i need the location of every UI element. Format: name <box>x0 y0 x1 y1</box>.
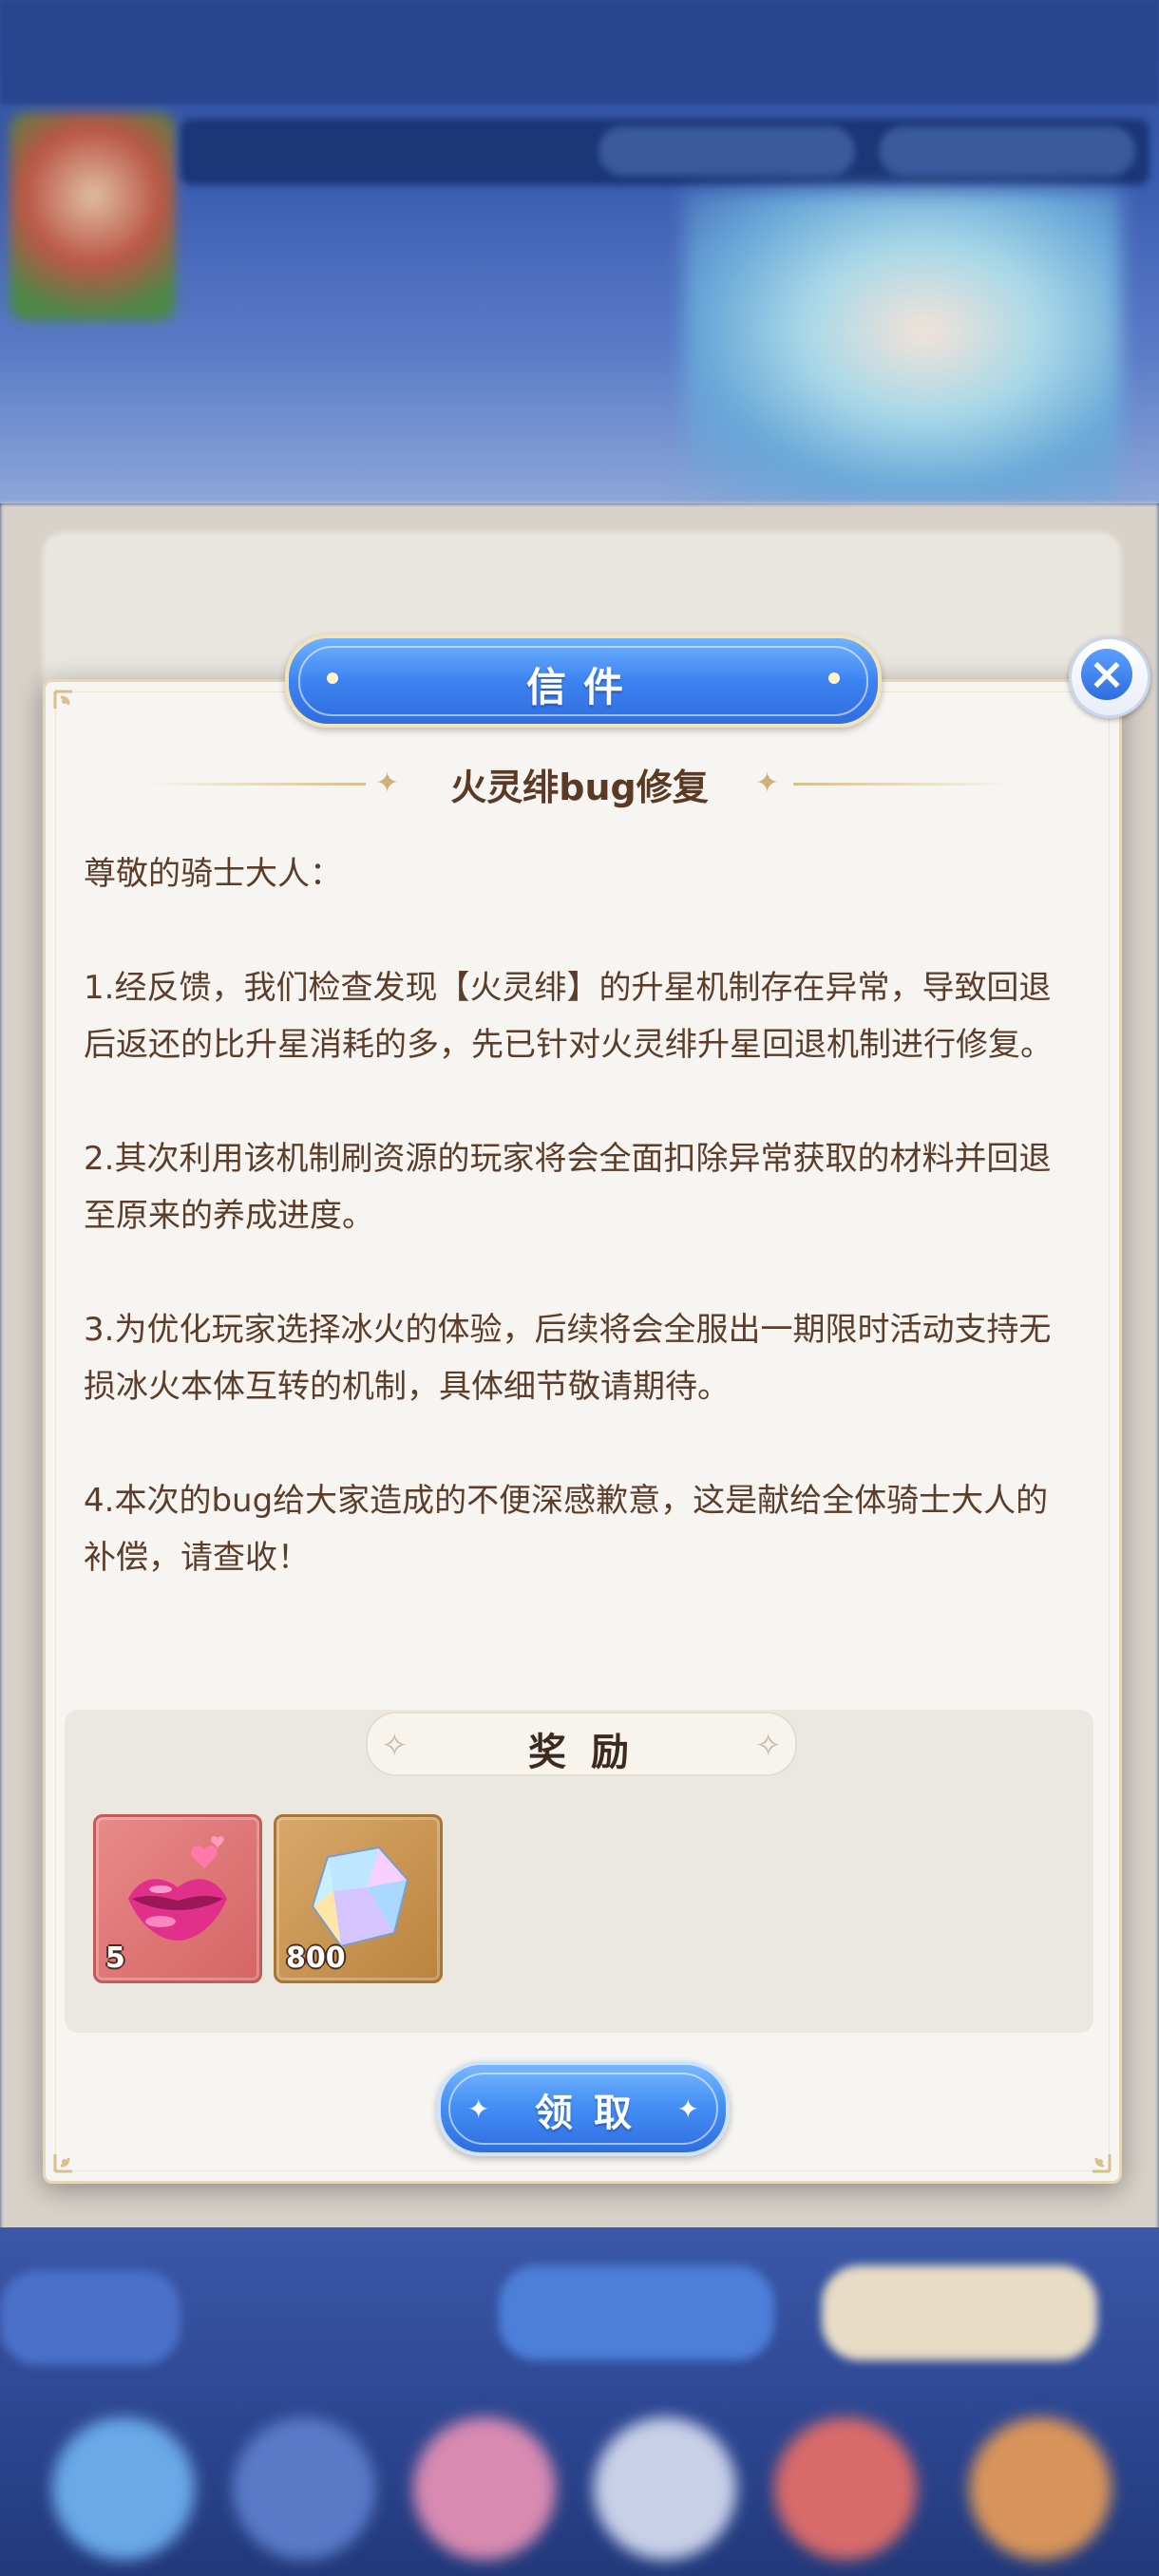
background-button <box>499 2265 774 2360</box>
letter-paragraph: 1.经反馈，我们检查发现【火灵绯】的升星机制存在异常，导致回退后返还的比升星消耗… <box>84 969 1053 1064</box>
background-back-button <box>0 2270 180 2365</box>
background-currency-pill <box>598 126 855 176</box>
dialog-title-banner: 信件 <box>285 635 882 728</box>
letter-subject-row: ✦ 火灵绯bug修复 ✦ <box>43 750 1116 817</box>
claim-button[interactable]: ✦ 领取 ✦ <box>437 2061 730 2156</box>
letter-body[interactable]: 尊敬的骑士大人： 1.经反馈，我们检查发现【火灵绯】的升星机制存在异常，导致回退… <box>84 845 1072 1681</box>
background-nav-icon <box>774 2417 917 2560</box>
letter-paragraph: 3.为优化玩家选择冰火的体验，后续将会全服出一期限时活动支持无损冰火本体互转的机… <box>84 1311 1052 1406</box>
sparkle-icon: ✧ <box>754 1727 783 1765</box>
close-icon: × <box>1081 649 1132 700</box>
background-nav-icon <box>413 2417 556 2560</box>
background-nav-icon <box>969 2417 1112 2560</box>
background-topbar <box>0 0 1159 104</box>
reward-item-crystal[interactable]: 800 <box>274 1814 443 1983</box>
corner-ornament-icon <box>1070 2131 1113 2175</box>
letter-paragraph: 4.本次的bug给大家造成的不便深感歉意，这是献给全体骑士大人的补偿，请查收！ <box>84 1482 1049 1577</box>
reward-header: ✧ 奖励 ✧ <box>366 1712 797 1776</box>
background-nav-icon <box>52 2417 195 2560</box>
background-nav-icon <box>233 2417 375 2560</box>
lips-icon <box>128 1836 227 1941</box>
corner-ornament-icon <box>51 2131 95 2175</box>
close-button[interactable]: × <box>1069 636 1150 718</box>
reward-item-count: 5 <box>105 1941 125 1975</box>
letter-greeting: 尊敬的骑士大人： <box>84 855 342 893</box>
background-nav-icon <box>594 2417 736 2560</box>
sparkle-icon: ✦ <box>676 2093 699 2125</box>
background-currency-pill <box>879 126 1135 176</box>
sparkle-icon: ✦ <box>755 767 780 800</box>
reward-title: 奖励 <box>528 1731 654 1774</box>
reward-item-lips[interactable]: 5 <box>93 1814 262 1983</box>
corner-ornament-icon <box>51 688 95 731</box>
letter-paragraph: 2.其次利用该机制刷资源的玩家将会全面扣除异常获取的材料并回退至原来的养成进度。 <box>84 1140 1052 1235</box>
background-character <box>684 190 1121 503</box>
dialog-title: 信件 <box>525 664 640 710</box>
reward-item-count: 800 <box>286 1941 346 1975</box>
background-button <box>822 2265 1097 2360</box>
background-avatar <box>10 112 176 321</box>
